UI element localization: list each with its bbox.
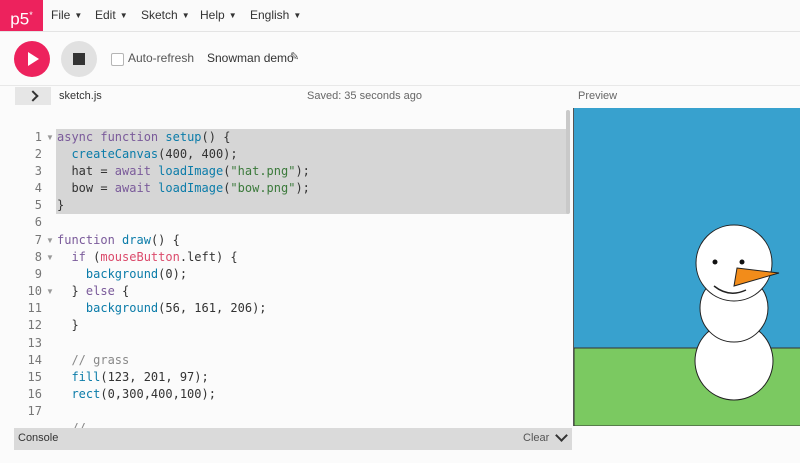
line-number: 1 [34, 130, 42, 144]
fold-icon[interactable]: ▼ [46, 236, 54, 245]
console-clear-button[interactable]: Clear [523, 432, 549, 444]
line-number: 13 [27, 336, 42, 350]
code-line: createCanvas(400, 400); [71, 147, 238, 161]
fold-icon[interactable]: ▼ [46, 287, 54, 296]
line-number: 11 [27, 301, 42, 315]
preview-canvas[interactable] [573, 108, 800, 426]
line-number: 3 [34, 164, 42, 178]
sketch-output [574, 108, 800, 426]
code-line: // grass [71, 353, 130, 367]
chevron-down-icon[interactable] [555, 429, 568, 442]
code-line: rect(0,300,400,100); [71, 387, 216, 401]
line-number: 14 [27, 353, 42, 367]
code-line: bow = await loadImage("bow.png"); [57, 181, 310, 195]
fold-icon[interactable]: ▼ [46, 253, 54, 262]
line-number: 2 [34, 147, 42, 161]
code-line: background(56, 161, 206); [85, 301, 267, 315]
line-number: 6 [34, 215, 42, 229]
code-line: fill(123, 201, 97); [71, 370, 209, 384]
console-title: Console [18, 432, 59, 444]
code-line: function draw() { [57, 233, 180, 247]
console-panel: Console Clear [14, 428, 572, 450]
snowman-eye-left [712, 259, 718, 265]
code-line: if (mouseButton.left) { [71, 250, 238, 264]
code-line: async function setup() { [57, 130, 231, 144]
line-number: 10 [27, 284, 42, 298]
fold-icon[interactable]: ▼ [46, 133, 54, 142]
code-line: hat = await loadImage("hat.png"); [57, 164, 310, 178]
code-line: } else { [57, 284, 130, 298]
code-line: } [57, 198, 65, 212]
snowman-eye-right [739, 259, 745, 265]
code-line: } [57, 318, 79, 332]
code-line: background(0); [85, 267, 188, 281]
line-number: 17 [27, 404, 42, 418]
code-editor[interactable]: 1 2 3 4 5 6 7 8 9 10 11 12 13 14 15 16 1… [0, 0, 573, 428]
preview-title: Preview [578, 90, 618, 102]
line-number: 9 [34, 267, 42, 281]
line-number: 12 [27, 318, 42, 332]
line-number: 4 [34, 181, 42, 195]
line-number: 8 [34, 250, 42, 264]
snowman-head [695, 224, 773, 302]
line-number: 5 [34, 198, 42, 212]
code-line: // [71, 421, 86, 428]
line-number: 7 [34, 233, 42, 247]
line-number: 16 [27, 387, 42, 401]
line-number: 15 [27, 370, 42, 384]
